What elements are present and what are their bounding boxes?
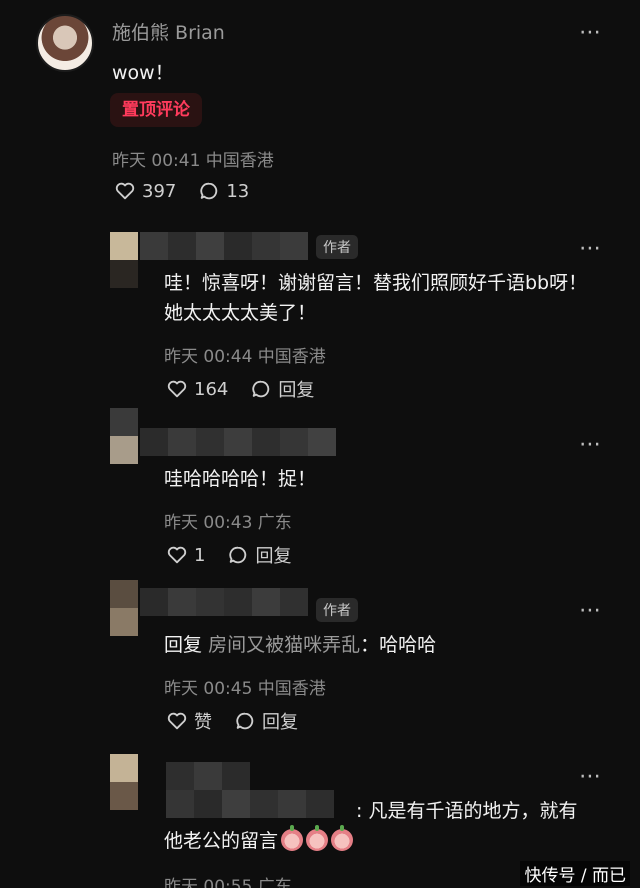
reply-actions: 164 回复 [166,376,314,402]
reply-item: 作者 ⋯ 哇！惊喜呀！谢谢留言！替我们照顾好千语bb呀！她太太太太美了！ 昨天 … [0,228,640,408]
blurred-avatar [110,754,138,782]
peach-emoji-icon [331,825,354,851]
blurred-avatar-lower [110,436,138,464]
reply-button[interactable]: 回复 [250,376,314,402]
peach-emoji-icon [306,825,329,851]
author-tag: 作者 [316,235,358,259]
avatar[interactable] [36,14,94,72]
blurred-username [166,762,250,790]
main-comment: 施伯熊 Brian ⋯ wow！ 置顶评论 昨天 00:41 中国香港 397 … [0,0,640,220]
blurred-avatar [110,580,138,608]
heart-icon [115,182,135,200]
reply-actions: 赞 回复 [166,708,298,734]
more-icon[interactable]: ⋯ [579,600,602,622]
reply-label: 回复 [278,380,315,401]
comment-bubble-icon [236,712,254,730]
reply-count-button[interactable]: 13 [198,180,249,202]
reply-button[interactable]: 回复 [227,542,291,568]
reply-meta: 昨天 00:43 广东 [164,513,292,533]
author-tag: 作者 [316,598,358,622]
reply-text: 回复 房间又被猫咪弄乱：哈哈哈 [164,630,594,660]
reply-meta: 昨天 00:45 中国香港 [164,679,326,699]
blurred-avatar-lower [110,260,138,288]
heart-icon [167,712,187,730]
reply-meta: 昨天 00:44 中国香港 [164,347,326,367]
comment-author[interactable]: 施伯熊 Brian [112,18,225,45]
like-button[interactable]: 赞 [166,708,212,734]
blurred-username [140,232,308,260]
reply-target-user[interactable]: 房间又被猫咪弄乱 [208,634,360,656]
like-label: 赞 [194,712,212,733]
reply-text: 哇！惊喜呀！谢谢留言！替我们照顾好千语bb呀！她太太太太美了！ [164,272,588,324]
comment-meta: 昨天 00:41 中国香港 [112,151,274,171]
comment-actions: 397 13 [114,180,249,202]
watermark: 快传号 / 而已 [520,861,630,886]
like-count: 397 [142,180,177,202]
reply-count: 13 [226,180,250,202]
more-icon[interactable]: ⋯ [579,766,602,788]
reply-text: : 凡是有千语的地方，就有他老公的留言 [164,796,594,856]
like-button[interactable]: 1 [166,544,205,566]
heart-icon [167,380,187,398]
comment-text: wow！ [112,62,174,84]
reply-label: 回复 [262,712,298,733]
pinned-badge: 置顶评论 [110,93,202,127]
more-icon[interactable]: ⋯ [579,22,602,44]
reply-prefix: 回复 [164,634,203,656]
blurred-avatar-lower [110,608,138,636]
blurred-username [140,588,308,616]
like-button[interactable]: 164 [166,378,228,400]
reply-item: ⋯ 哇哈哈哈哈！捉！ 昨天 00:43 广东 1 回复 [0,404,640,576]
peach-emoji-icon [281,825,304,851]
like-button[interactable]: 397 [114,180,176,202]
reply-meta: 昨天 00:55 广东 [164,877,292,888]
reply-body: ：哈哈哈 [360,634,437,656]
heart-icon [167,546,187,564]
reply-actions: 1 回复 [166,542,291,568]
more-icon[interactable]: ⋯ [579,434,602,456]
blurred-avatar-lower [110,782,138,810]
comment-bubble-icon [200,182,218,200]
blurred-avatar [110,408,138,436]
reply-text: 哇哈哈哈哈！捉！ [164,468,317,490]
reply-button[interactable]: 回复 [234,708,298,734]
reply-label: 回复 [255,546,292,567]
blurred-avatar [110,232,138,260]
like-count: 1 [194,544,206,566]
reply-body: : 凡是有千语的地方，就有他老公的留言 [164,800,578,852]
comment-bubble-icon [252,380,270,398]
blurred-username [140,428,336,456]
comment-bubble-icon [229,546,247,564]
like-count: 164 [194,378,229,400]
more-icon[interactable]: ⋯ [579,238,602,260]
reply-item: 作者 ⋯ 回复 房间又被猫咪弄乱：哈哈哈 昨天 00:45 中国香港 赞 回复 [0,578,640,746]
